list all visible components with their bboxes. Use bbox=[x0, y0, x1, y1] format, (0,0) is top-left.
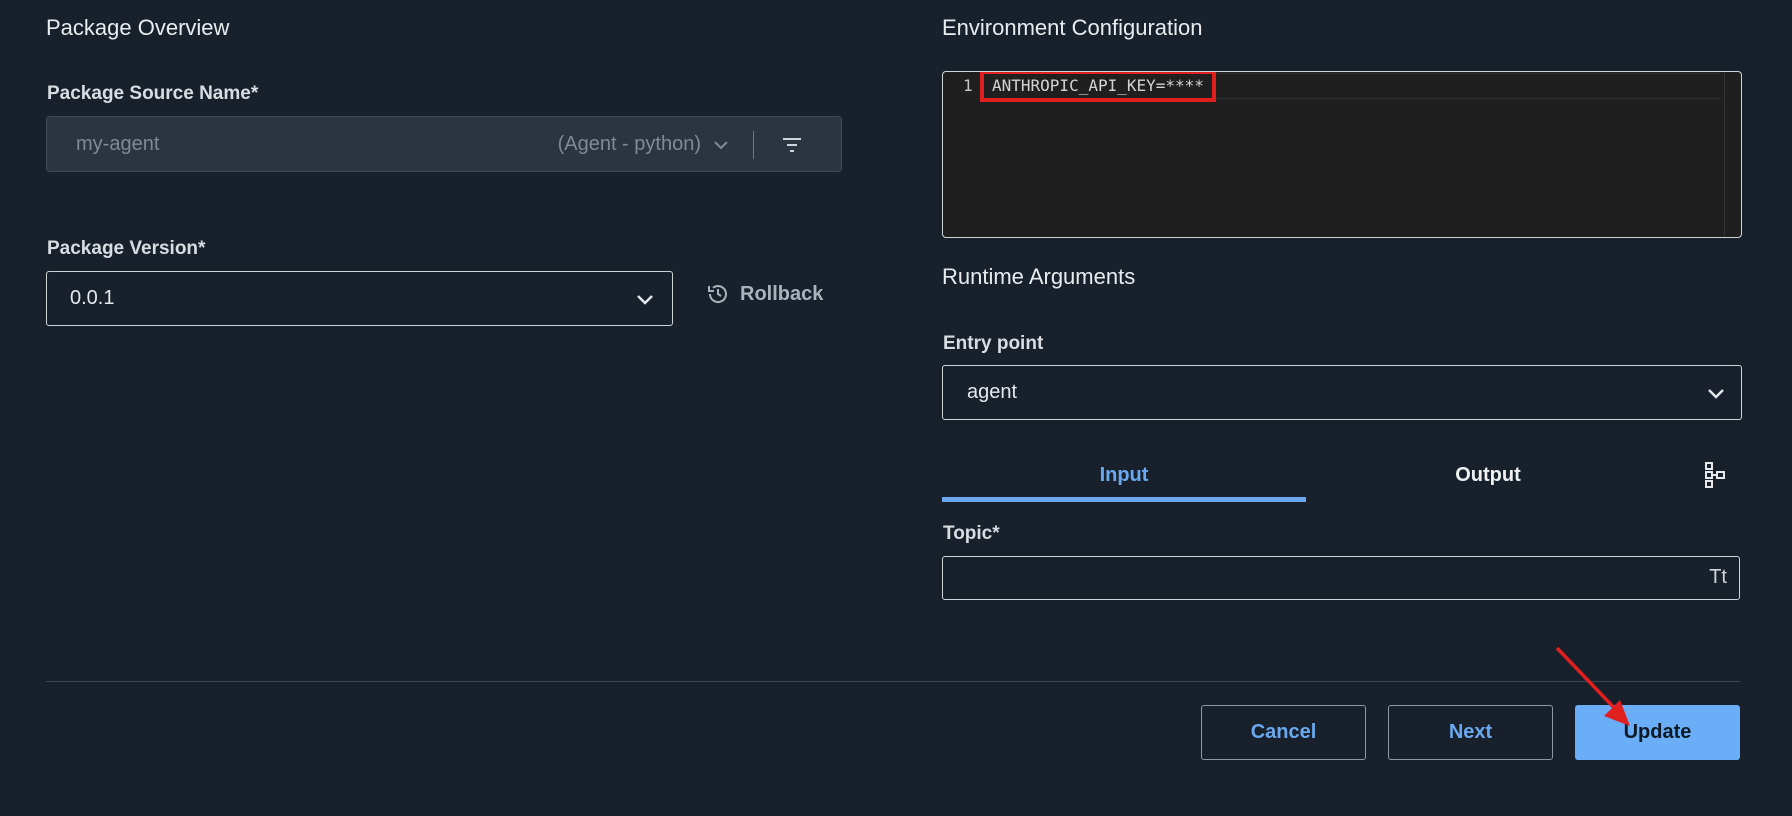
text-type-icon: Tt bbox=[1709, 566, 1727, 588]
runtime-arguments-title: Runtime Arguments bbox=[942, 264, 1136, 289]
footer-divider bbox=[46, 681, 1740, 682]
package-source-select[interactable]: my-agent (Agent - python) bbox=[46, 116, 842, 172]
deployment-edit-form: Package Overview Package Source Name* my… bbox=[0, 0, 1792, 816]
package-version-label: Package Version* bbox=[47, 238, 206, 259]
package-source-name-label: Package Source Name* bbox=[47, 83, 259, 104]
entry-point-value: agent bbox=[967, 381, 1018, 403]
package-version-select[interactable]: 0.0.1 bbox=[46, 271, 673, 326]
chevron-down-icon bbox=[1708, 389, 1724, 399]
history-icon bbox=[708, 285, 727, 303]
environment-configuration-title: Environment Configuration bbox=[942, 15, 1203, 40]
annotation-arrow-icon bbox=[1555, 646, 1630, 726]
package-version-value: 0.0.1 bbox=[70, 287, 115, 309]
editor-scrollbar[interactable] bbox=[1724, 72, 1725, 237]
chevron-down-icon bbox=[637, 295, 653, 305]
tab-input[interactable]: Input bbox=[942, 454, 1306, 502]
entry-point-label: Entry point bbox=[943, 333, 1044, 354]
chevron-down-icon[interactable] bbox=[711, 135, 731, 155]
environment-code-editor[interactable]: 1 ANTHROPIC_API_KEY=**** bbox=[942, 71, 1742, 238]
cancel-button[interactable]: Cancel bbox=[1201, 705, 1366, 760]
io-tabs: Input Output bbox=[942, 454, 1742, 502]
package-source-type: (Agent - python) bbox=[557, 133, 701, 155]
tab-output[interactable]: Output bbox=[1306, 454, 1670, 502]
env-variable-line[interactable]: ANTHROPIC_API_KEY=**** bbox=[980, 72, 1216, 102]
topic-input[interactable]: Tt bbox=[942, 556, 1740, 600]
package-source-name-value: my-agent bbox=[76, 133, 160, 155]
topic-label: Topic* bbox=[943, 523, 1000, 544]
next-button[interactable]: Next bbox=[1388, 705, 1553, 760]
source-divider bbox=[753, 131, 754, 159]
tree-structure-icon[interactable] bbox=[1704, 462, 1726, 488]
rollback-button[interactable]: Rollback bbox=[706, 282, 823, 306]
rollback-label: Rollback bbox=[740, 282, 824, 305]
entry-point-select[interactable]: agent bbox=[942, 365, 1742, 420]
filter-icon[interactable] bbox=[781, 135, 803, 155]
line-number: 1 bbox=[963, 76, 973, 95]
package-overview-title: Package Overview bbox=[46, 15, 230, 40]
